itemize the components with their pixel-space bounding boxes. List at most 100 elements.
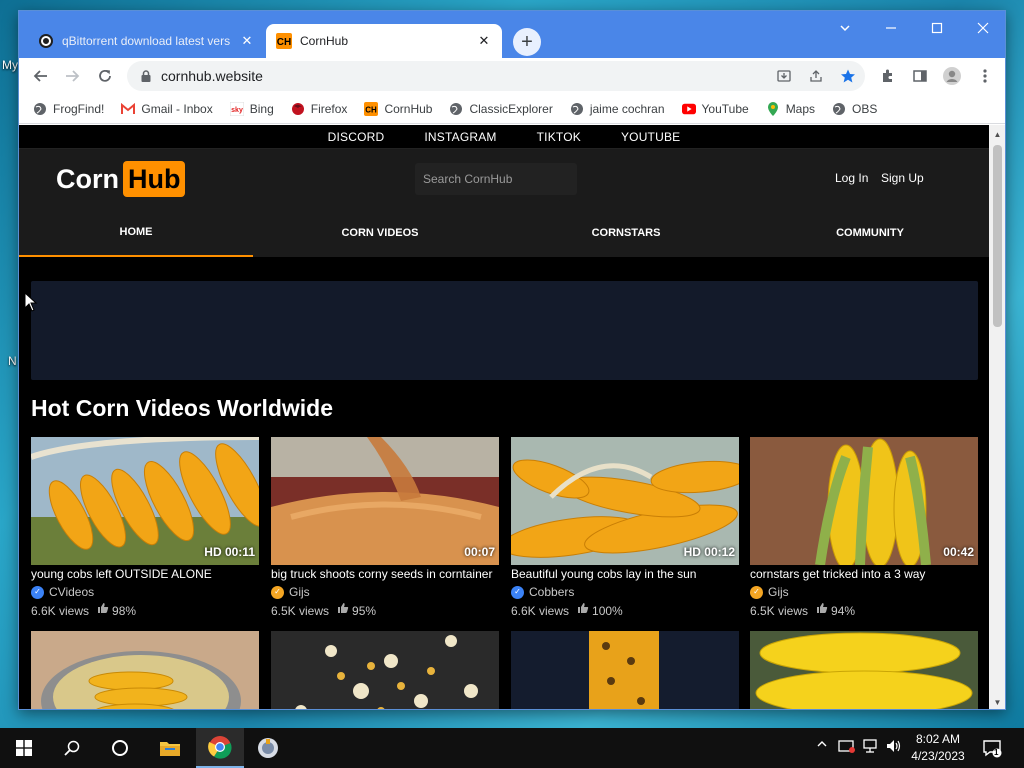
tab-title: qBittorrent download latest vers [62,34,231,48]
menu-kebab-icon[interactable] [974,65,996,87]
video-thumbnail[interactable] [750,631,978,709]
extensions-icon[interactable] [877,65,899,87]
social-link-tiktok[interactable]: TIKTOK [537,130,581,144]
install-icon[interactable] [775,67,793,85]
nav-community[interactable]: COMMUNITY [753,209,987,257]
close-icon[interactable]: ✕ [476,33,492,49]
bookmark-bing[interactable]: sky Bing [229,101,274,116]
video-channel[interactable]: ✓ Cobbers [511,584,739,600]
social-link-instagram[interactable]: INSTAGRAM [424,130,496,144]
globe-icon [832,102,846,116]
security-icon[interactable] [838,738,856,757]
tab-cornhub[interactable]: CH CornHub ✕ [266,24,502,58]
video-card[interactable] [31,631,259,709]
scrollbar-thumb[interactable] [993,145,1002,327]
ad-banner[interactable] [31,281,978,380]
rating: 100% [592,603,623,618]
scroll-down-icon[interactable]: ▼ [989,695,1005,709]
scroll-up-icon[interactable]: ▲ [989,127,1005,141]
cortana-icon[interactable] [96,728,144,768]
video-thumbnail[interactable]: 00:07 [271,437,499,565]
bookmark-jaime-cochran[interactable]: jaime cochran [570,102,665,116]
globe-icon [449,102,463,116]
site-search-input[interactable] [415,163,577,195]
web-page: DISCORD INSTAGRAM TIKTOK YOUTUBE Corn Hu… [19,125,989,709]
file-explorer-icon[interactable] [146,728,194,768]
new-tab-button[interactable]: + [513,28,541,56]
reload-icon[interactable] [93,64,117,88]
tab-qbittorrent[interactable]: qBittorrent download latest vers ✕ [28,24,265,58]
login-link[interactable]: Log In [835,171,868,185]
bookmark-gmail[interactable]: Gmail - Inbox [121,102,213,116]
video-channel[interactable]: ✓ CVideos [31,584,259,600]
video-title[interactable]: cornstars get tricked into a 3 way [750,566,978,582]
video-card[interactable] [271,631,499,709]
url-text[interactable]: cornhub.website [161,68,263,84]
site-logo[interactable]: Corn Hub [56,161,186,197]
volume-icon[interactable] [885,738,903,757]
video-card[interactable] [511,631,739,709]
social-link-youtube[interactable]: YOUTUBE [621,130,680,144]
video-title[interactable]: young cobs left OUTSIDE ALONE [31,566,259,582]
video-card[interactable]: 00:07 big truck shoots corny seeds in co… [271,437,499,619]
bookmark-cornhub[interactable]: CH CornHub [364,101,432,116]
search-icon[interactable] [48,728,96,768]
svg-text:CH: CH [277,37,291,48]
profile-avatar[interactable] [941,65,963,87]
app-icon[interactable] [244,728,292,768]
video-thumbnail[interactable] [511,631,739,709]
page-scrollbar[interactable]: ▲ ▼ [989,125,1005,709]
bookmark-maps[interactable]: Maps [766,101,815,116]
chevron-up-icon[interactable] [816,738,828,753]
video-thumbnail[interactable] [271,631,499,709]
video-title[interactable]: big truck shoots corny seeds in corntain… [271,566,499,582]
bookmark-youtube[interactable]: YouTube [681,102,749,116]
video-thumbnail[interactable] [31,631,259,709]
rating: 94% [831,603,856,618]
bookmark-frogfind[interactable]: FrogFind! [33,102,104,116]
video-card[interactable]: HD 00:12 Beautiful young cobs lay in the… [511,437,739,619]
video-card[interactable]: HD 00:11 young cobs left OUTSIDE ALONE ✓… [31,437,259,619]
video-card[interactable]: 00:42 cornstars get tricked into a 3 way… [750,437,978,619]
nav-cornstars[interactable]: CORNSTARS [509,209,743,257]
bookmark-classicexplorer[interactable]: ClassicExplorer [449,102,553,116]
video-thumbnail[interactable]: HD 00:12 [511,437,739,565]
side-panel-icon[interactable] [909,65,931,87]
forward-icon[interactable] [60,64,84,88]
signup-link[interactable]: Sign Up [881,171,924,185]
maximize-icon[interactable] [914,15,960,41]
video-title[interactable]: Beautiful young cobs lay in the sun [511,566,739,582]
network-icon[interactable] [862,738,878,757]
nav-home[interactable]: HOME [19,209,253,257]
system-clock[interactable]: 8:02 AM 4/23/2023 [908,731,968,765]
clock-time: 8:02 AM [915,732,961,746]
close-window-icon[interactable] [960,15,1005,41]
lock-icon[interactable] [139,69,153,83]
address-bar[interactable]: cornhub.website [127,61,865,91]
verified-badge-icon: ✓ [31,585,44,599]
minimize-icon[interactable] [868,15,914,41]
desktop-icon-label[interactable]: My [2,58,18,72]
nav-corn-videos[interactable]: CORN VIDEOS [263,209,497,257]
bookmark-firefox[interactable]: Firefox [291,102,347,116]
site-header: Corn Hub Log In Sign Up [19,149,989,209]
start-windows-icon[interactable] [0,728,48,768]
video-channel[interactable]: ✓ Gijs [750,584,978,600]
video-duration: HD 00:11 [204,545,255,559]
notification-icon[interactable]: 1 [982,738,1002,758]
tab-search-icon[interactable] [822,15,868,41]
video-thumbnail[interactable]: HD 00:11 [31,437,259,565]
chrome-icon[interactable] [196,728,244,768]
share-icon[interactable] [807,67,825,85]
tab-title: CornHub [300,34,349,48]
video-thumbnail[interactable]: 00:42 [750,437,978,565]
qbittorrent-icon [38,33,54,49]
back-icon[interactable] [29,64,53,88]
bookmark-star-icon[interactable] [839,67,857,85]
close-icon[interactable]: ✕ [239,33,255,49]
video-card[interactable] [750,631,978,709]
desktop-icon-label[interactable]: N [8,354,17,368]
bookmark-obs[interactable]: OBS [832,102,877,116]
video-channel[interactable]: ✓ Gijs [271,584,499,600]
social-link-discord[interactable]: DISCORD [328,130,385,144]
